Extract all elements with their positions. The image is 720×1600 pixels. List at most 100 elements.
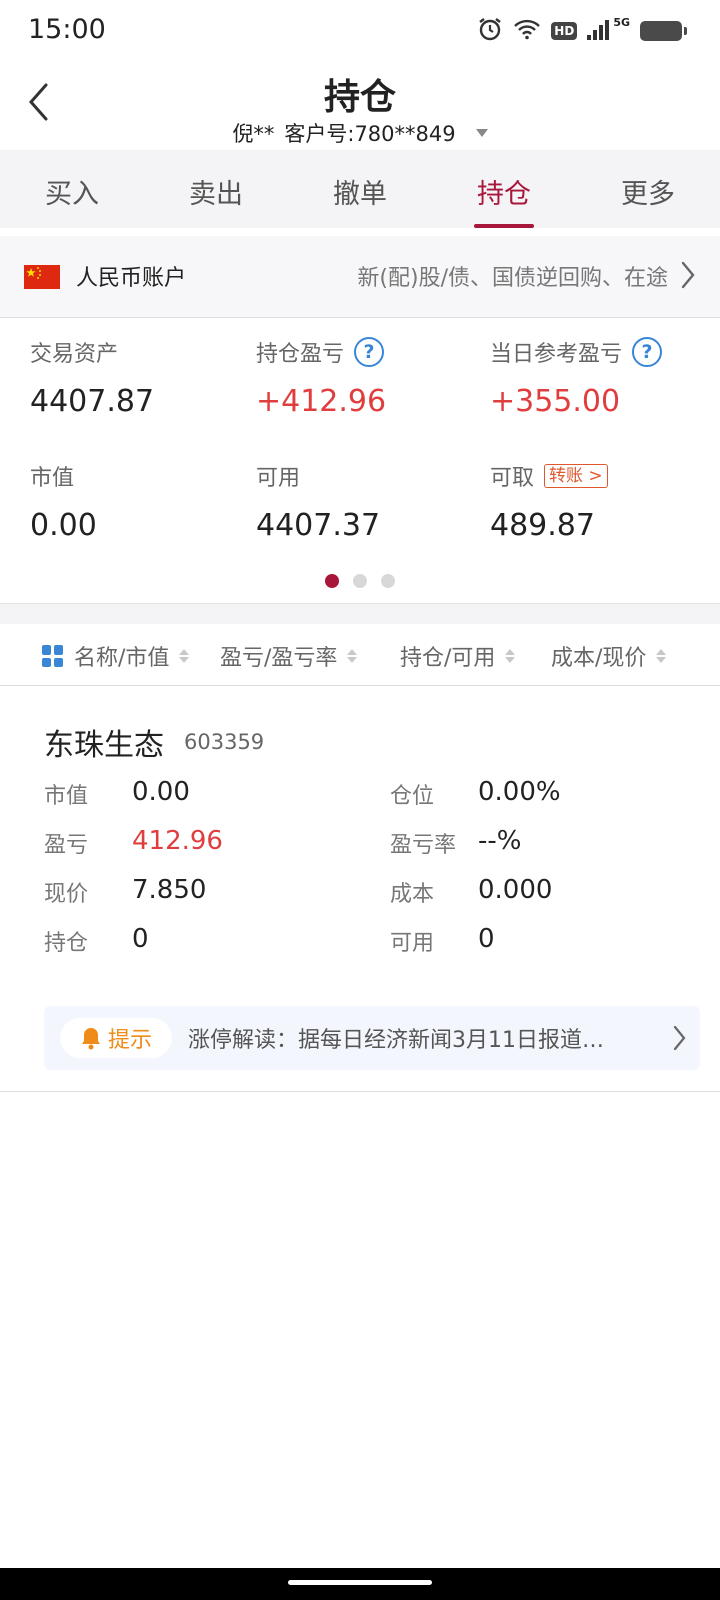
account-switcher[interactable]: 倪** 客户号:780**849 (0, 118, 720, 148)
available-value: 4407.37 (256, 508, 381, 543)
position-pnl-rate-value: --% (478, 826, 522, 856)
position-cost-value: 0.000 (478, 875, 553, 905)
cost-row: 成本 0.000 (390, 876, 552, 908)
position-pnl-rate-label: 盈亏率 (390, 833, 457, 858)
page-indicator (0, 574, 720, 588)
network-type: 5G (613, 16, 630, 29)
market-value-label: 市值 (30, 466, 75, 491)
market-value-cell: 市值 0.00 (30, 460, 97, 543)
status-bar: 15:00 HD 5G (0, 0, 720, 62)
header: 持仓 倪** 客户号:780**849 (0, 62, 720, 150)
signal-icon (587, 18, 611, 44)
status-time: 15:00 (28, 14, 106, 45)
position-mv-value: 0.00 (132, 777, 190, 807)
tab-cancel-order[interactable]: 撤单 (288, 150, 432, 228)
page-dot[interactable] (353, 574, 367, 588)
trade-assets-label: 交易资产 (30, 342, 119, 367)
tip-badge: 提示 (60, 1018, 172, 1058)
position-avail-label: 可用 (390, 931, 435, 956)
sort-icon (505, 649, 516, 663)
pnl-rate-row: 盈亏率 --% (390, 827, 521, 859)
position-card[interactable]: 东珠生态 603359 市值 0.00 仓位 0.00% 盈亏 412.96 盈… (0, 686, 720, 1092)
withdrawable-label: 可取 (490, 466, 535, 491)
available-label: 可用 (256, 466, 301, 491)
hold-row: 持仓 0 (44, 925, 149, 957)
section-gap (0, 604, 720, 624)
daily-pnl-label: 当日参考盈亏 (490, 342, 623, 367)
china-flag-icon (24, 265, 60, 289)
grid-view-icon[interactable] (42, 645, 64, 667)
market-value-row: 市值 0.00 (44, 778, 190, 810)
page-dot[interactable] (325, 574, 339, 588)
available-cell: 可用 4407.37 (256, 460, 380, 543)
sort-icon (347, 649, 358, 663)
column-cost-price[interactable]: 成本/现价 (551, 640, 667, 672)
chevron-right-icon (672, 1024, 686, 1056)
position-weight-label: 仓位 (390, 784, 435, 809)
column-name-mv[interactable]: 名称/市值 (42, 640, 190, 672)
bell-icon (81, 1028, 100, 1050)
tab-buy[interactable]: 买入 (0, 150, 144, 228)
system-nav-bar (0, 1568, 720, 1600)
account-description: 新(配)股/债、国债逆回购、在途 (357, 266, 668, 291)
column-hold-avail-label: 持仓/可用 (400, 646, 496, 671)
price-row: 现价 7.850 (44, 876, 206, 908)
sort-icon (179, 649, 190, 663)
asset-summary[interactable]: 交易资产 4407.87 持仓盈亏 ? +412.96 当日参考盈亏 ? +35… (0, 318, 720, 604)
weight-row: 仓位 0.00% (390, 778, 561, 810)
column-name-mv-label: 名称/市值 (74, 646, 170, 671)
pnl-row: 盈亏 412.96 (44, 827, 223, 859)
limit-up-tip[interactable]: 提示 涨停解读：据每日经济新闻3月11日报道… (44, 1006, 700, 1070)
avail-row: 可用 0 (390, 925, 495, 957)
account-name: 人民币账户 (76, 266, 187, 291)
position-pnl-label: 持仓盈亏 (256, 342, 345, 367)
position-mv-label: 市值 (44, 784, 89, 809)
caret-down-icon (475, 129, 488, 137)
position-pnl-value: +412.96 (256, 384, 387, 419)
page-dot[interactable] (381, 574, 395, 588)
tip-label: 提示 (107, 1028, 152, 1053)
client-number: 客户号:780**849 (284, 122, 456, 146)
position-hold-label: 持仓 (44, 931, 89, 956)
stock-code: 603359 (184, 730, 265, 754)
home-indicator[interactable] (288, 1580, 432, 1585)
user-name: 倪** (232, 122, 275, 146)
market-value-value: 0.00 (30, 508, 97, 543)
transfer-link[interactable]: 转账 > (544, 464, 608, 488)
position-cost-label: 成本 (390, 882, 435, 907)
column-pnl-rate[interactable]: 盈亏/盈亏率 (220, 640, 358, 672)
alarm-icon (477, 16, 503, 46)
position-pnl-cell: 持仓盈亏 ? +412.96 (256, 336, 386, 419)
column-cost-price-label: 成本/现价 (551, 646, 647, 671)
chevron-right-icon (680, 260, 696, 294)
help-icon[interactable]: ? (354, 337, 385, 367)
positions-column-header: 名称/市值 盈亏/盈亏率 持仓/可用 成本/现价 (0, 624, 720, 686)
tab-more[interactable]: 更多 (576, 150, 720, 228)
sort-icon (656, 649, 667, 663)
daily-pnl-value: +355.00 (490, 384, 621, 419)
withdrawable-value: 489.87 (490, 508, 595, 543)
position-pnl-value: 412.96 (132, 826, 223, 856)
daily-pnl-cell: 当日参考盈亏 ? +355.00 (490, 336, 663, 419)
position-weight-value: 0.00% (478, 777, 561, 807)
position-avail-value: 0 (478, 924, 495, 954)
tab-sell[interactable]: 卖出 (144, 150, 288, 228)
page-title: 持仓 (323, 77, 396, 118)
stock-name: 东珠生态 (44, 728, 164, 763)
position-hold-value: 0 (132, 924, 149, 954)
trade-assets-value: 4407.87 (30, 384, 155, 419)
position-price-value: 7.850 (132, 875, 207, 905)
withdrawable-cell: 可取 转账 > 489.87 (490, 460, 608, 543)
column-pnl-rate-label: 盈亏/盈亏率 (220, 646, 338, 671)
position-pnl-label: 盈亏 (44, 833, 89, 858)
help-icon[interactable]: ? (632, 337, 663, 367)
trade-assets-cell: 交易资产 4407.87 (30, 336, 154, 419)
status-icons: HD 5G (477, 16, 687, 46)
column-hold-avail[interactable]: 持仓/可用 (400, 640, 516, 672)
tab-positions[interactable]: 持仓 (432, 150, 576, 228)
tab-bar: 买入 卖出 撤单 持仓 更多 (0, 150, 720, 228)
position-price-label: 现价 (44, 882, 89, 907)
wifi-icon (513, 18, 541, 44)
account-row[interactable]: 人民币账户 新(配)股/债、国债逆回购、在途 (0, 236, 720, 318)
hd-badge: HD (551, 22, 578, 40)
